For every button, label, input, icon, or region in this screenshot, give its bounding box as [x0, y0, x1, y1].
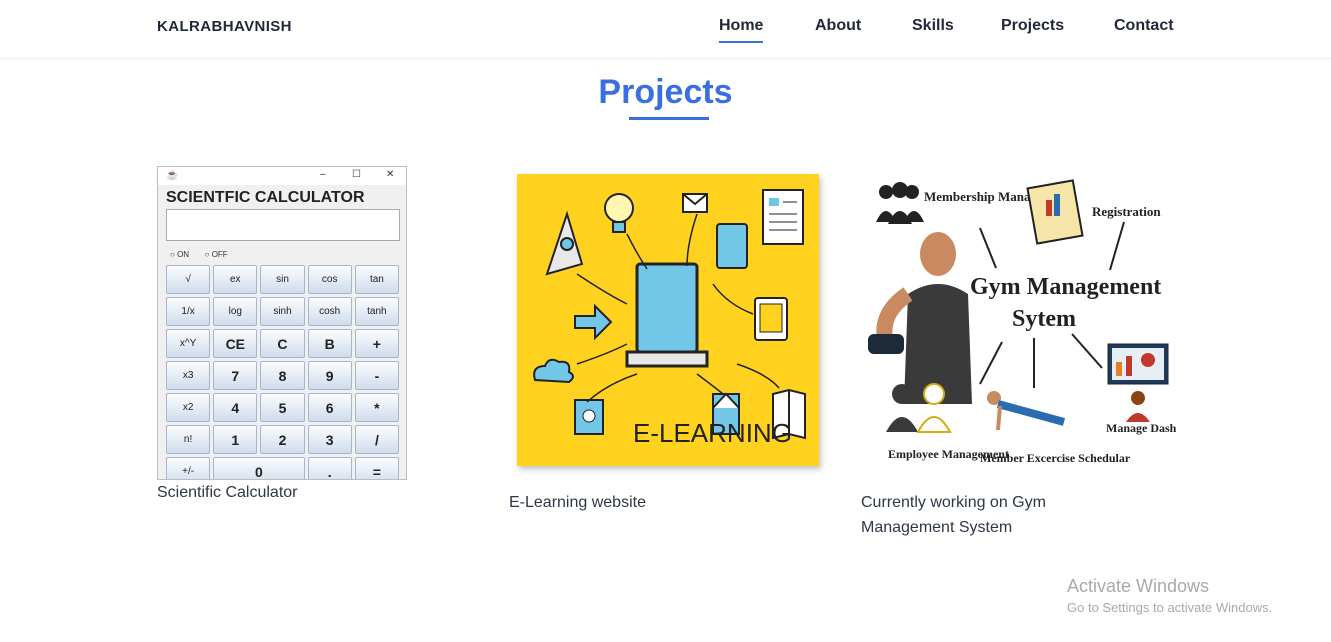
calc-key: cosh — [307, 297, 352, 326]
calc-key: 3 — [307, 425, 352, 454]
nav-about[interactable]: About — [815, 17, 861, 35]
calc-heading: SCIENTFIC CALCULATOR — [166, 189, 365, 206]
document-icon — [762, 189, 804, 245]
title-underline — [629, 117, 709, 120]
radio-on-label: ON — [177, 250, 190, 259]
project-image-elearning[interactable]: E-LEARNING — [517, 174, 819, 466]
calc-key: - — [354, 361, 399, 390]
section-title: Projects — [598, 73, 733, 111]
site-brand[interactable]: KALRABHAVNISH — [157, 18, 292, 35]
calc-key: x3 — [166, 361, 211, 390]
calc-key: 6 — [307, 393, 352, 422]
cloud-icon — [533, 358, 574, 384]
calc-key: tan — [354, 265, 399, 294]
calc-key: 4 — [213, 393, 258, 422]
calc-key: / — [354, 425, 399, 454]
calc-key: CE — [213, 329, 258, 358]
arrow-right-icon — [574, 303, 613, 341]
project-caption-gym: Currently working on Gym Management Syst… — [861, 494, 1046, 536]
calc-keypad: √ ex sin cos tan 1/x log sinh cosh tanh x^Y CE C B + x3… — [166, 265, 399, 479]
gym-registration-label: Registration — [1092, 204, 1161, 219]
dashboard-monitor-icon — [1107, 343, 1169, 385]
project-image-calculator[interactable]: ☕ – ☐ ✕ SCIENTFIC CALCULATOR ○ ON ○ OFF … — [157, 166, 407, 480]
gym-title-line1: Gym Management — [970, 274, 1161, 300]
mail-icon — [682, 193, 708, 213]
calc-key: = — [354, 457, 399, 479]
maximize-icon: ☐ — [352, 169, 361, 180]
top-navbar: KALRABHAVNISH Home About Skills Projects… — [0, 0, 1331, 59]
nav-home[interactable]: Home — [719, 17, 764, 43]
calc-key: 8 — [260, 361, 305, 390]
calc-key: + — [354, 329, 399, 358]
elearning-text: E-LEARNING — [633, 418, 792, 448]
calc-radio-group: ○ ON ○ OFF — [170, 250, 228, 259]
calc-key: +/- — [166, 457, 211, 479]
calc-key: log — [213, 297, 258, 326]
radio-off-label: OFF — [211, 250, 228, 259]
lightbulb-icon — [604, 193, 634, 233]
gym-connector-lines — [979, 221, 1125, 388]
calc-key: √ — [166, 265, 211, 294]
activate-windows-subtitle: Go to Settings to activate Windows. — [1067, 600, 1273, 615]
rocket-icon — [545, 210, 584, 276]
nav-skills[interactable]: Skills — [912, 17, 954, 35]
manager-figure-icon — [1126, 391, 1150, 422]
laptop-icon — [625, 262, 709, 368]
calc-key: B — [307, 329, 352, 358]
nav-projects[interactable]: Projects — [1001, 17, 1064, 35]
calc-key: tanh — [354, 297, 399, 326]
pushup-figure-icon — [987, 391, 1066, 431]
project-caption-elearning: E-Learning website — [509, 494, 646, 511]
activate-windows-title: Activate Windows — [1067, 576, 1210, 596]
close-icon: ✕ — [386, 169, 395, 180]
calc-key: x^Y — [166, 329, 211, 358]
calc-key: 2 — [260, 425, 305, 454]
gym-title-line2: Sytem — [1012, 306, 1076, 332]
people-group-icon — [876, 182, 924, 224]
calc-key: sin — [260, 265, 305, 294]
phone-icon — [754, 297, 788, 341]
calc-display — [166, 209, 400, 241]
calc-key: x2 — [166, 393, 211, 422]
calc-key: 0 — [213, 457, 305, 479]
project-caption-calculator: Scientific Calculator — [157, 484, 298, 501]
video-player-icon — [574, 399, 604, 435]
calc-key: cos — [307, 265, 352, 294]
calc-key: . — [307, 457, 352, 479]
chat-bubble-icon — [716, 223, 748, 269]
elearning-illustration: E-LEARNING — [533, 189, 806, 448]
calc-key: 1/x — [166, 297, 211, 326]
gym-dashboard-label: Manage Dashboard — [1106, 421, 1176, 435]
athlete-figure — [868, 232, 972, 404]
calc-key: 5 — [260, 393, 305, 422]
minimize-icon: – — [320, 169, 326, 180]
calc-key: * — [354, 393, 399, 422]
calc-key: 7 — [213, 361, 258, 390]
nav-contact[interactable]: Contact — [1114, 17, 1174, 35]
gym-illustration: Membership Management Registration Gym M… — [868, 179, 1176, 465]
gym-schedular-label: Member Excercise Schedular — [980, 451, 1131, 465]
java-icon: ☕ — [166, 170, 179, 181]
registration-clipboard-icon — [1026, 179, 1084, 245]
dumbbell-icon — [868, 334, 904, 354]
calc-key: 1 — [213, 425, 258, 454]
calc-key: 9 — [307, 361, 352, 390]
calc-key: ex — [213, 265, 258, 294]
calc-key: n! — [166, 425, 211, 454]
calc-key: C — [260, 329, 305, 358]
project-image-gym[interactable]: Membership Management Registration Gym M… — [862, 174, 1176, 480]
calc-window-titlebar: ☕ – ☐ ✕ — [158, 167, 406, 185]
calc-key: sinh — [260, 297, 305, 326]
